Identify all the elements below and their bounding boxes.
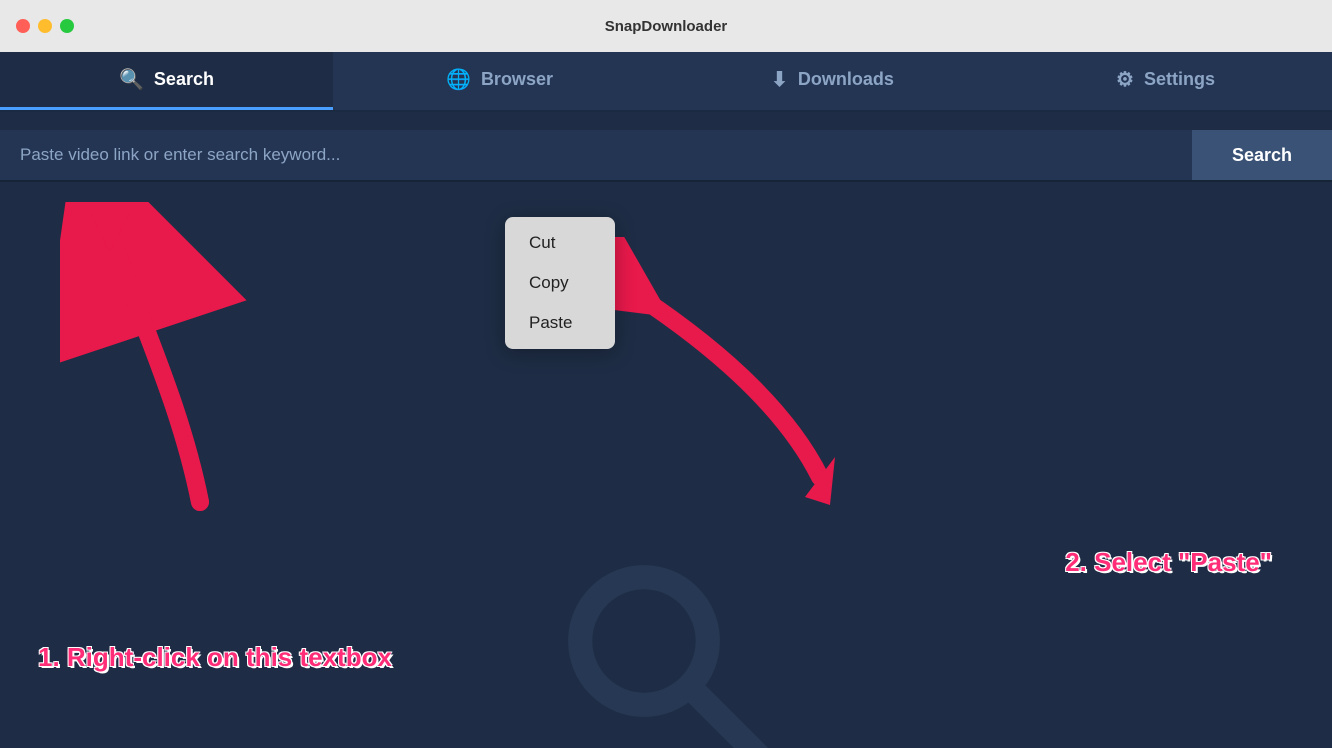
tab-search[interactable]: 🔍 Search (0, 52, 333, 110)
search-tab-label: Search (154, 69, 214, 90)
settings-tab-icon: ⚙ (1116, 67, 1134, 92)
tab-browser[interactable]: 🌐 Browser (333, 52, 666, 110)
instruction-label-2: 2. Select "Paste" (1065, 547, 1272, 578)
browser-tab-icon: 🌐 (446, 67, 471, 92)
browser-tab-label: Browser (481, 69, 553, 90)
context-menu-paste[interactable]: Paste (505, 303, 615, 343)
maximize-button[interactable] (60, 19, 74, 33)
minimize-button[interactable] (38, 19, 52, 33)
watermark-search-icon (556, 553, 776, 748)
downloads-tab-icon: ⬇ (771, 67, 788, 92)
downloads-tab-label: Downloads (798, 69, 894, 90)
title-bar: SnapDownloader (0, 0, 1332, 52)
search-button[interactable]: Search (1192, 130, 1332, 180)
search-bar-container: Search (0, 112, 1332, 182)
nav-tabs: 🔍 Search 🌐 Browser ⬇ Downloads ⚙ Setting… (0, 52, 1332, 112)
search-input-wrapper (0, 130, 1192, 180)
instruction-label-1: 1. Right-click on this textbox (38, 642, 392, 673)
context-menu-copy[interactable]: Copy (505, 263, 615, 303)
arrow-left-icon (60, 202, 260, 522)
window-controls (16, 19, 74, 33)
context-menu-cut[interactable]: Cut (505, 223, 615, 263)
search-tab-icon: 🔍 (119, 67, 144, 92)
search-input[interactable] (20, 145, 1172, 165)
main-content: Cut Copy Paste 1. Right-click on this te… (0, 182, 1332, 748)
context-menu: Cut Copy Paste (505, 217, 615, 349)
tab-settings[interactable]: ⚙ Settings (999, 52, 1332, 110)
close-button[interactable] (16, 19, 30, 33)
app-title: SnapDownloader (605, 18, 728, 35)
settings-tab-label: Settings (1144, 69, 1215, 90)
tab-downloads[interactable]: ⬇ Downloads (666, 52, 999, 110)
